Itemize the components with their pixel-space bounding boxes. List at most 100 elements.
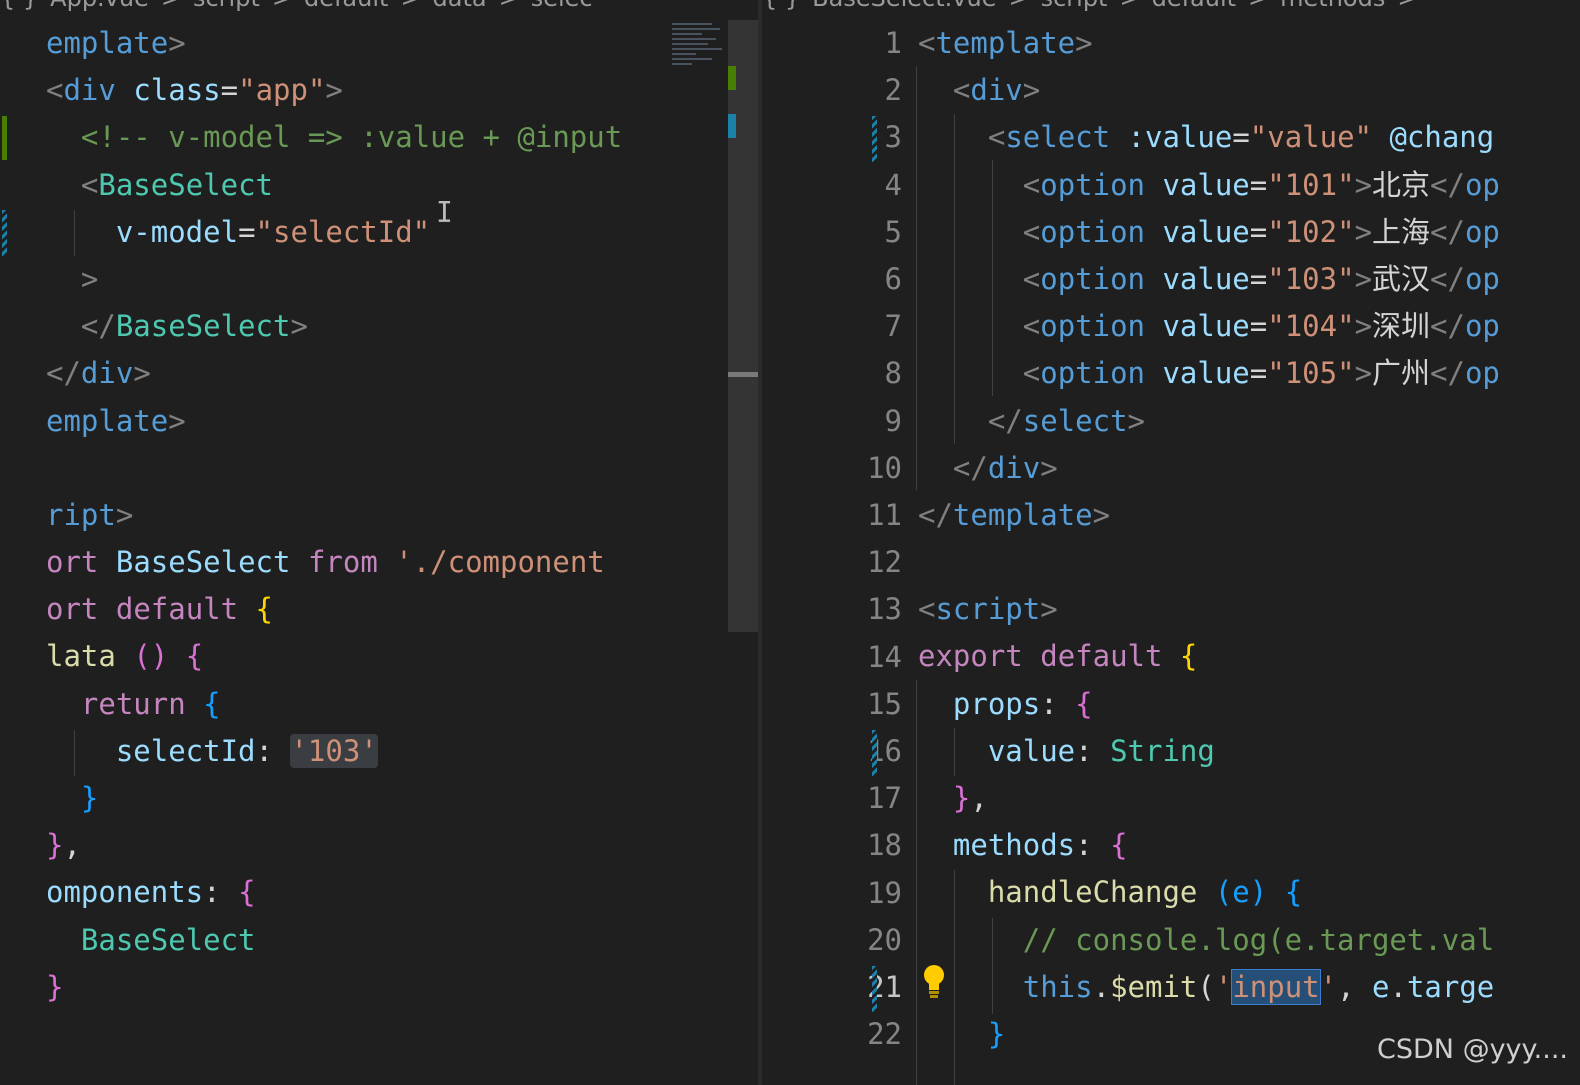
breadcrumb-item[interactable]: { } [0,0,38,12]
code-line[interactable]: export default { [918,633,1538,680]
code-token: "app" [238,73,326,108]
code-token: = [238,214,256,249]
code-line[interactable]: <option value="102">上海</op [918,209,1538,256]
code-line[interactable]: }, [46,822,660,869]
breadcrumb-item[interactable]: { } [762,0,800,12]
code-line[interactable]: ript> [46,492,660,539]
code-token: </ [1430,261,1465,296]
code-line[interactable]: methods: { [918,822,1538,869]
code-token: BaseSelect [115,309,291,344]
code-token: div [987,450,1041,485]
code-line[interactable]: handleChange (e) { [918,869,1538,916]
code-line[interactable] [46,445,660,492]
code-line[interactable]: ort default { [46,586,660,633]
breadcrumb-item[interactable]: selec [531,0,593,12]
breadcrumb-item[interactable]: default [1152,0,1236,12]
code-token: op [1464,356,1500,391]
breadcrumb-item[interactable]: script [193,0,260,12]
code-line[interactable]: } [46,775,660,822]
code-line[interactable]: <template> [918,20,1538,67]
vertical-scrollbar[interactable] [728,20,758,632]
code-line[interactable]: omponents: { [46,869,660,916]
left-code-area[interactable]: emplate> <div class="app"> <!-- v-model =… [46,20,660,1011]
code-line[interactable]: props: { [918,681,1538,728]
code-token: < [1022,261,1041,296]
code-token: > [290,309,308,344]
breadcrumb-item[interactable]: App.vue [50,0,149,12]
code-line[interactable]: </template> [918,492,1538,539]
code-line[interactable]: <BaseSelect [46,162,660,209]
code-line[interactable]: <div class="app"> [46,67,660,114]
right-editor-pane[interactable]: { }BaseSelect.vue>script>default>methods… [762,0,1580,1085]
code-line[interactable]: <div> [918,67,1538,114]
right-code-area[interactable]: <template> <div> <select :value="value" … [918,20,1538,1058]
code-line[interactable]: emplate> [46,20,660,67]
lightbulb-icon[interactable] [920,962,948,1002]
code-line[interactable]: > [46,256,660,303]
code-line[interactable]: </BaseSelect> [46,303,660,350]
code-line[interactable]: <option value="103">武汉</op [918,256,1538,303]
breadcrumb-item[interactable]: script [1041,0,1108,12]
line-number: 18 [867,828,902,863]
code-line[interactable]: <script> [918,586,1538,633]
code-token: value [1162,167,1250,202]
code-token: > [168,403,186,438]
code-token: 深圳 [1372,309,1431,344]
code-line[interactable]: </div> [918,445,1538,492]
code-token: option [1040,214,1145,249]
code-token: : [1075,828,1111,863]
code-line[interactable]: }, [918,775,1538,822]
code-line[interactable]: </select> [918,398,1538,445]
code-line[interactable]: </div> [46,350,660,397]
code-line[interactable]: ort BaseSelect from './component [46,539,660,586]
code-line[interactable]: value: String [918,728,1538,775]
line-number: 20 [867,922,902,957]
code-token: > [1075,26,1093,60]
code-token: div [970,73,1023,108]
code-line[interactable]: <option value="104">深圳</op [918,303,1538,350]
breadcrumb-item[interactable]: default [304,0,388,12]
code-line[interactable]: <!-- v-model => :value + @input [46,114,660,161]
left-breadcrumb: { } App.vue > script > default > data > selec [0,0,760,12]
breadcrumb-item[interactable]: data [433,0,487,12]
code-token: </ [987,403,1023,438]
code-line[interactable]: <option value="105">广州</op [918,350,1538,397]
code-token: :value [1127,120,1233,155]
code-token: 上海 [1372,214,1431,249]
code-token: < [1022,214,1041,249]
code-token: < [1022,309,1041,344]
left-editor-pane[interactable]: { } App.vue > script > default > data > selec emp… [0,0,760,1085]
code-line[interactable]: <select :value="value" @chang [918,114,1538,161]
code-line[interactable]: BaseSelect [46,917,660,964]
code-line[interactable] [918,539,1538,586]
code-token: { [238,875,256,910]
code-line[interactable]: } [46,964,660,1011]
code-line[interactable]: // console.log(e.target.val [918,917,1538,964]
line-number-gutter: 1 2 3 4 5 6 7 8 9 10 11 12 13 14 15 16 17 18 19 20 21 22 [802,20,902,1058]
minimap[interactable] [672,20,728,100]
code-line[interactable]: return { [46,681,660,728]
breadcrumb-item[interactable]: BaseSelect.vue [812,0,996,12]
line-number: 14 [867,639,902,674]
code-line[interactable]: emplate> [46,398,660,445]
code-line[interactable]: selectId: '103' [46,728,660,775]
line-number: 22 [867,1017,902,1052]
code-line[interactable]: <option value="101">北京</op [918,162,1538,209]
code-token: </ [1430,309,1465,344]
line-number: 9 [884,403,902,438]
code-line[interactable]: lata () { [46,633,660,680]
code-token: <!-- v-model => :value + @input [80,120,623,155]
breadcrumb-separator: > [161,0,181,12]
code-line[interactable]: this.$emit('input', e.targe [918,964,1538,1011]
breadcrumb-item[interactable]: methods [1280,0,1385,12]
code-line[interactable]: v-model="selectId" [46,209,660,256]
code-token: { [1179,639,1198,674]
